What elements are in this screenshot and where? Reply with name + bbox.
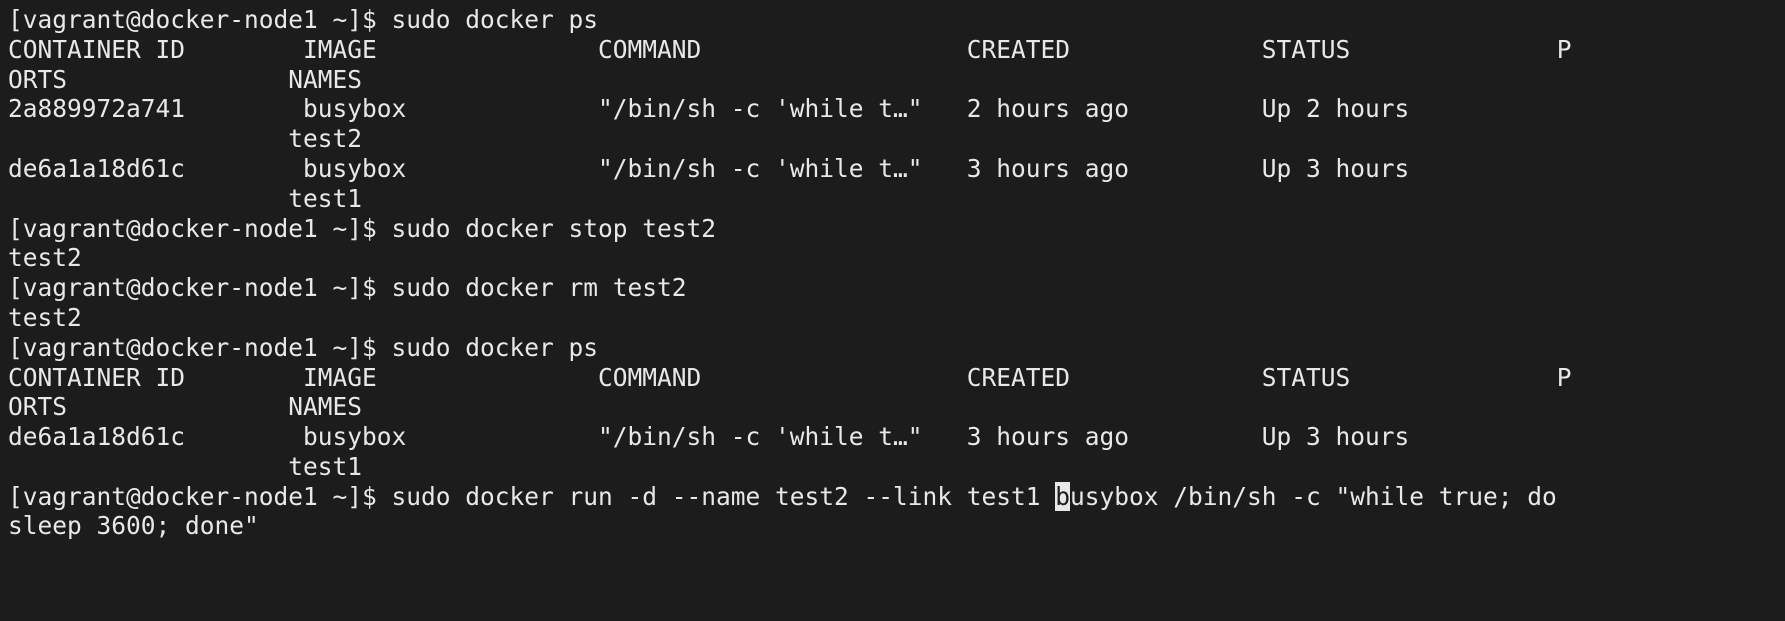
- terminal-line: [vagrant@docker-node1 ~]$ sudo docker ps: [8, 5, 599, 34]
- command-text: [vagrant@docker-node1 ~]$ sudo docker ru…: [8, 482, 1056, 511]
- terminal-line: test2: [8, 124, 363, 153]
- terminal-line: 2a889972a741 busybox "/bin/sh -c 'while …: [8, 94, 1410, 123]
- terminal-line: [vagrant@docker-node1 ~]$ sudo docker rm…: [8, 273, 687, 302]
- terminal-line: test2: [8, 243, 82, 272]
- text-cursor: b: [1055, 482, 1071, 511]
- terminal-line: de6a1a18d61c busybox "/bin/sh -c 'while …: [8, 154, 1410, 183]
- terminal-line: test1: [8, 452, 363, 481]
- terminal-line: ORTS NAMES: [8, 392, 363, 421]
- terminal-line: test2: [8, 303, 82, 332]
- terminal-line: de6a1a18d61c busybox "/bin/sh -c 'while …: [8, 422, 1410, 451]
- terminal-line: [vagrant@docker-node1 ~]$ sudo docker ps: [8, 333, 599, 362]
- terminal-continuation-line: sleep 3600; done": [8, 511, 259, 540]
- terminal-line: CONTAINER ID IMAGE COMMAND CREATED STATU…: [8, 35, 1572, 64]
- terminal-line: test1: [8, 184, 363, 213]
- command-text: usybox /bin/sh -c "while true; do: [1070, 482, 1557, 511]
- terminal-line: [vagrant@docker-node1 ~]$ sudo docker st…: [8, 214, 717, 243]
- terminal-window[interactable]: [vagrant@docker-node1 ~]$ sudo docker ps…: [0, 0, 1785, 621]
